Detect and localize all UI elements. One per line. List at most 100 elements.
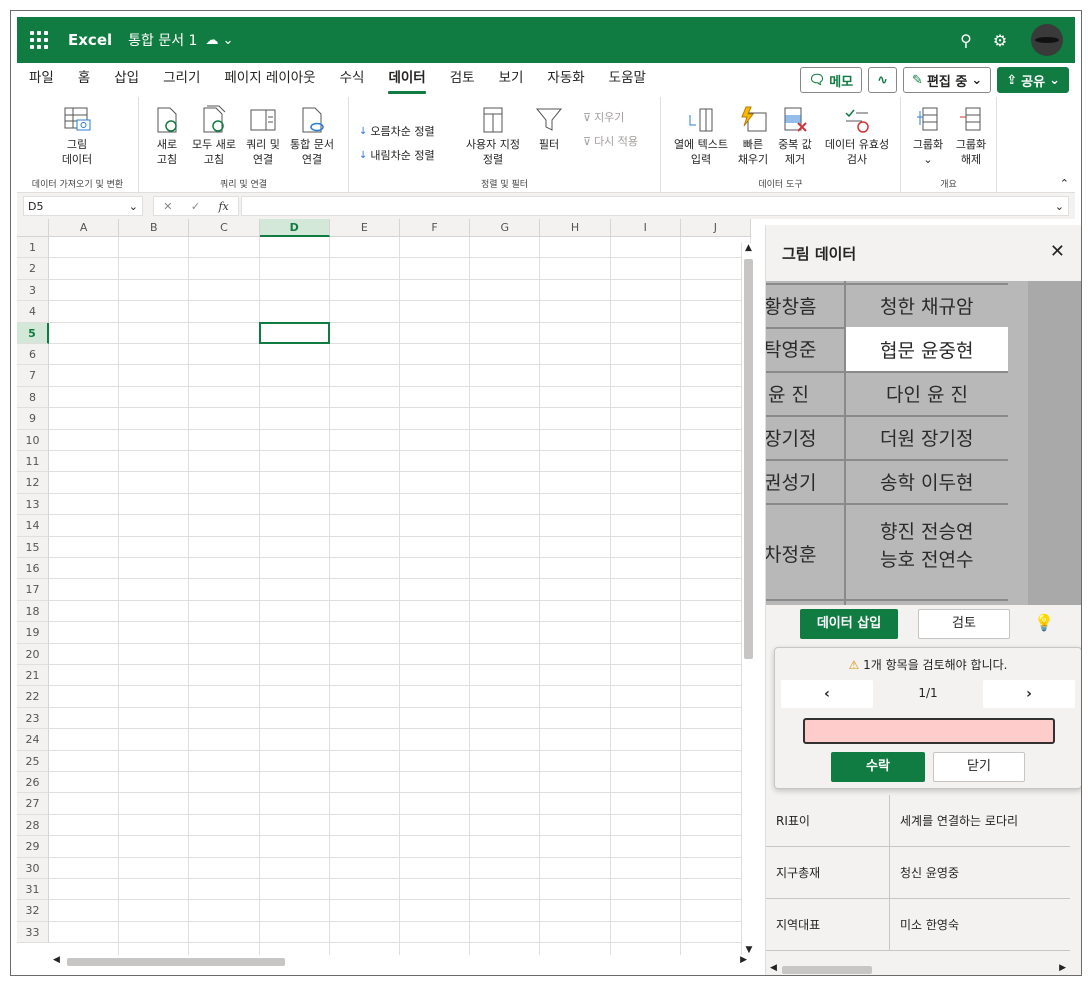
column-header-b[interactable]: B [119, 219, 190, 237]
row-header-31[interactable]: 31 [17, 879, 49, 901]
row-header-16[interactable]: 16 [17, 558, 49, 580]
row-header-14[interactable]: 14 [17, 515, 49, 537]
picture-data-button[interactable]: 그림 데이터 [52, 105, 102, 167]
row-header-6[interactable]: 6 [17, 344, 49, 366]
tab-page-layout[interactable]: 페이지 레이아웃 [212, 63, 327, 97]
tab-home[interactable]: 홈 [66, 63, 102, 97]
row-header-11[interactable]: 11 [17, 451, 49, 473]
flash-fill-button[interactable]: 빠른 채우기 [733, 105, 773, 167]
app-name[interactable]: Excel [68, 31, 112, 49]
review-value-field[interactable] [803, 718, 1055, 744]
reapply-button[interactable]: ⊽ 다시 적용 [583, 133, 638, 149]
row-header-15[interactable]: 15 [17, 536, 49, 558]
check-icon[interactable]: ✓ [191, 200, 200, 213]
group-button[interactable]: 그룹화 ⌄ [907, 105, 949, 167]
editing-mode-button[interactable]: ✎ 편집 중 ⌄ [903, 67, 992, 93]
collapse-ribbon-icon[interactable]: ⌃ [1060, 177, 1069, 190]
data-validation-button[interactable]: 데이터 유효성 검사 [817, 105, 897, 167]
cancel-icon[interactable]: ✕ [163, 200, 172, 213]
insert-data-button[interactable]: 데이터 삽입 [800, 609, 898, 639]
row-header-26[interactable]: 26 [17, 772, 49, 794]
row-header-3[interactable]: 3 [17, 279, 49, 302]
refresh-button[interactable]: 새로 고침 [149, 105, 185, 167]
remove-duplicates-button[interactable]: 중복 값 제거 [773, 105, 817, 167]
row-header-17[interactable]: 17 [17, 579, 49, 601]
row-header-21[interactable]: 21 [17, 665, 49, 687]
workbook-links-button[interactable]: 통합 문서 연결 [285, 105, 339, 167]
row-header-9[interactable]: 9 [17, 408, 49, 430]
filter-button[interactable]: 필터 [531, 105, 567, 152]
activity-button[interactable]: ∿ [868, 67, 898, 93]
tab-data[interactable]: 데이터 [376, 63, 437, 97]
row-header-30[interactable]: 30 [17, 857, 49, 879]
scroll-right-icon[interactable]: ▶ [740, 955, 747, 965]
table-cell[interactable]: 미소 한영숙 [890, 899, 1070, 950]
accept-button[interactable]: 수락 [831, 752, 925, 782]
selected-cell[interactable] [258, 321, 330, 344]
row-header-4[interactable]: 4 [17, 301, 49, 323]
row-header-1[interactable]: 1 [17, 237, 49, 259]
scroll-up-icon[interactable]: ▲ [742, 243, 755, 253]
row-header-2[interactable]: 2 [17, 258, 49, 280]
table-cell[interactable]: 지구총재 [766, 847, 890, 898]
row-header-13[interactable]: 13 [17, 493, 49, 516]
column-header-c[interactable]: C [189, 219, 260, 237]
memo-button[interactable]: 🗨 메모 [799, 67, 863, 93]
spreadsheet-grid[interactable]: A B C D E F G H I J 1 2 3 4 5 6 7 8 9 10 11 12 13 14 15 16 17 18 19 2… [17, 219, 751, 955]
document-name[interactable]: 통합 문서 1 [128, 30, 197, 50]
refresh-all-button[interactable]: 모두 새로 고침 [187, 105, 241, 167]
row-header-29[interactable]: 29 [17, 836, 49, 858]
scrollbar-thumb[interactable] [67, 958, 285, 966]
row-header-25[interactable]: 25 [17, 750, 49, 772]
custom-sort-button[interactable]: 사용자 지정 정렬 [461, 105, 525, 167]
tab-view[interactable]: 보기 [487, 63, 536, 97]
row-header-8[interactable]: 8 [17, 386, 49, 409]
column-header-j[interactable]: J [680, 219, 751, 237]
clear-filter-button[interactable]: ⊽ 지우기 [583, 109, 624, 125]
row-header-5[interactable]: 5 [17, 322, 49, 344]
search-icon[interactable]: ⚲ [949, 31, 983, 50]
tab-automate[interactable]: 자동화 [535, 63, 596, 97]
text-to-columns-button[interactable]: 열에 텍스트 입력 [669, 105, 733, 167]
name-box[interactable]: D5 ⌄ [23, 196, 143, 216]
review-button[interactable]: 검토 [918, 609, 1010, 639]
row-header-28[interactable]: 28 [17, 814, 49, 837]
app-launcher-icon[interactable] [29, 30, 49, 50]
scroll-left-icon[interactable]: ◀ [53, 955, 60, 965]
sort-descending-button[interactable]: ↓ 내림차순 정렬 [359, 147, 435, 163]
gear-icon[interactable]: ⚙ [983, 31, 1017, 50]
close-button[interactable]: 닫기 [933, 752, 1025, 782]
close-icon[interactable]: ✕ [1050, 241, 1065, 262]
pane-horizontal-scrollbar[interactable]: ◀ ▶ [766, 963, 1081, 975]
column-header-i[interactable]: I [610, 219, 681, 237]
column-header-g[interactable]: G [470, 219, 541, 237]
table-cell[interactable]: 지역대표 [766, 899, 890, 950]
row-header-18[interactable]: 18 [17, 600, 49, 623]
cloud-save-icon[interactable]: ☁ ⌄ [205, 33, 233, 48]
column-header-a[interactable]: A [49, 219, 120, 237]
scroll-down-icon[interactable]: ▼ [742, 945, 756, 955]
row-header-12[interactable]: 12 [17, 472, 49, 494]
column-header-d[interactable]: D [259, 219, 330, 237]
row-header-23[interactable]: 23 [17, 707, 49, 730]
function-icon[interactable]: fx [218, 200, 228, 213]
row-header-27[interactable]: 27 [17, 793, 49, 815]
scrollbar-thumb[interactable] [782, 966, 872, 974]
row-header-32[interactable]: 32 [17, 900, 49, 922]
tab-formulas[interactable]: 수식 [328, 63, 377, 97]
share-button[interactable]: ⇪ 공유 ⌄ [997, 67, 1069, 93]
scroll-left-icon[interactable]: ◀ [770, 963, 777, 973]
tab-file[interactable]: 파일 [17, 63, 66, 97]
scroll-right-icon[interactable]: ▶ [1059, 963, 1066, 973]
tab-draw[interactable]: 그리기 [151, 63, 212, 97]
lightbulb-icon[interactable]: 💡 [1034, 613, 1054, 632]
tab-help[interactable]: 도움말 [597, 63, 658, 97]
select-all-corner[interactable] [17, 219, 49, 237]
row-header-19[interactable]: 19 [17, 622, 49, 644]
row-header-33[interactable]: 33 [17, 921, 49, 944]
chevron-down-icon[interactable]: ⌄ [1055, 200, 1064, 213]
vertical-scrollbar[interactable]: ▲ ▼ [741, 243, 755, 955]
table-cell[interactable]: 세계를 연결하는 로다리 [890, 795, 1070, 846]
row-header-22[interactable]: 22 [17, 686, 49, 708]
column-header-h[interactable]: H [540, 219, 611, 237]
